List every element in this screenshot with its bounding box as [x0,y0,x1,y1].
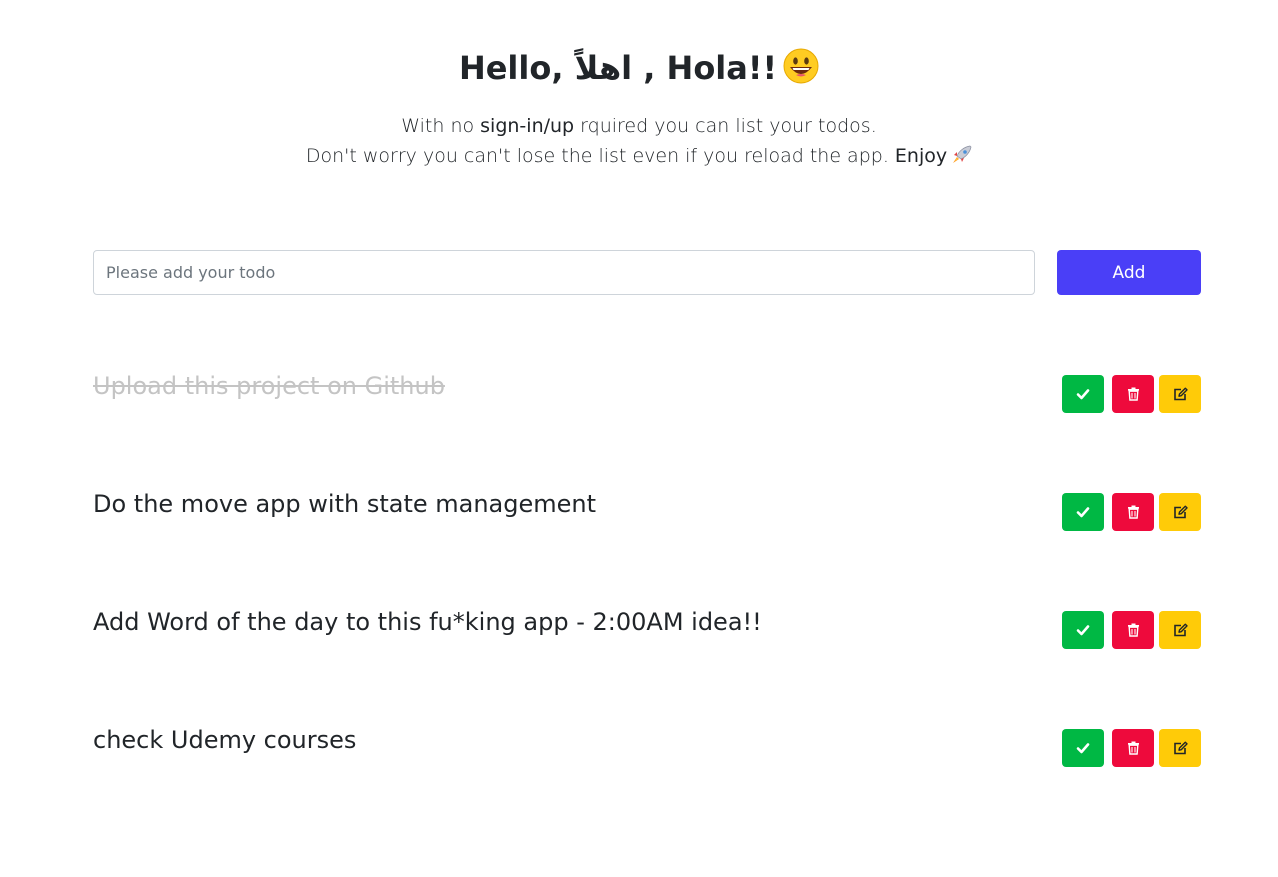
check-icon [1076,389,1090,400]
subtitle-line-1-pre: With no [401,115,481,137]
todo-item: Add Word of the day to this fu*king app … [93,608,1201,651]
smiley-icon [783,48,819,84]
subtitle-line-2: Don't worry you can't lose the list even… [0,141,1278,171]
trash-icon [1127,741,1139,755]
edit-icon [1173,387,1188,401]
edit-icon [1173,741,1188,755]
add-todo-form: Add [93,250,1201,295]
edit-button[interactable] [1159,611,1201,649]
todo-actions [1062,729,1201,767]
todo-actions [1062,375,1201,413]
todo-text: Upload this project on Github [93,372,445,400]
subtitle-line-1-post: rquired you can list your todos. [574,115,877,137]
trash-icon [1127,623,1139,637]
delete-button[interactable] [1112,375,1154,413]
edit-button[interactable] [1159,375,1201,413]
edit-icon [1173,623,1188,637]
rocket-icon [953,145,972,163]
todo-actions [1062,611,1201,649]
subtitle-line-1: With no sign-in/up rquired you can list … [0,111,1278,141]
todo-item: check Udemy courses [93,726,1201,769]
page-title: Hello, اهلاً , Hola!! [0,44,1278,92]
todo-input[interactable] [93,250,1035,295]
todo-item: Do the move app with state management [93,490,1201,533]
check-icon [1076,507,1090,518]
complete-button[interactable] [1062,611,1104,649]
add-button[interactable]: Add [1057,250,1201,295]
trash-icon [1127,387,1139,401]
edit-button[interactable] [1159,729,1201,767]
todo-actions [1062,493,1201,531]
edit-button[interactable] [1159,493,1201,531]
todo-app: Hello, اهلاً , Hola!! With no sign-in/up… [0,0,1278,877]
delete-button[interactable] [1112,611,1154,649]
complete-button[interactable] [1062,375,1104,413]
todo-text: Do the move app with state management [93,490,597,518]
page-title-text: Hello, اهلاً , Hola!! [458,49,778,87]
check-icon [1076,743,1090,754]
subtitle-line-2-pre: Don't worry you can't lose the list even… [305,145,895,167]
delete-button[interactable] [1112,493,1154,531]
todo-text: Add Word of the day to this fu*king app … [93,608,762,636]
complete-button[interactable] [1062,493,1104,531]
check-icon [1076,625,1090,636]
todo-item: Upload this project on Github [93,372,1201,415]
complete-button[interactable] [1062,729,1104,767]
delete-button[interactable] [1112,729,1154,767]
trash-icon [1127,505,1139,519]
subtitle-line-2-bold: Enjoy [894,145,948,167]
subtitle: With no sign-in/up rquired you can list … [0,111,1278,171]
edit-icon [1173,505,1188,519]
todo-text: check Udemy courses [93,726,357,754]
subtitle-line-1-bold: sign-in/up [480,115,575,137]
